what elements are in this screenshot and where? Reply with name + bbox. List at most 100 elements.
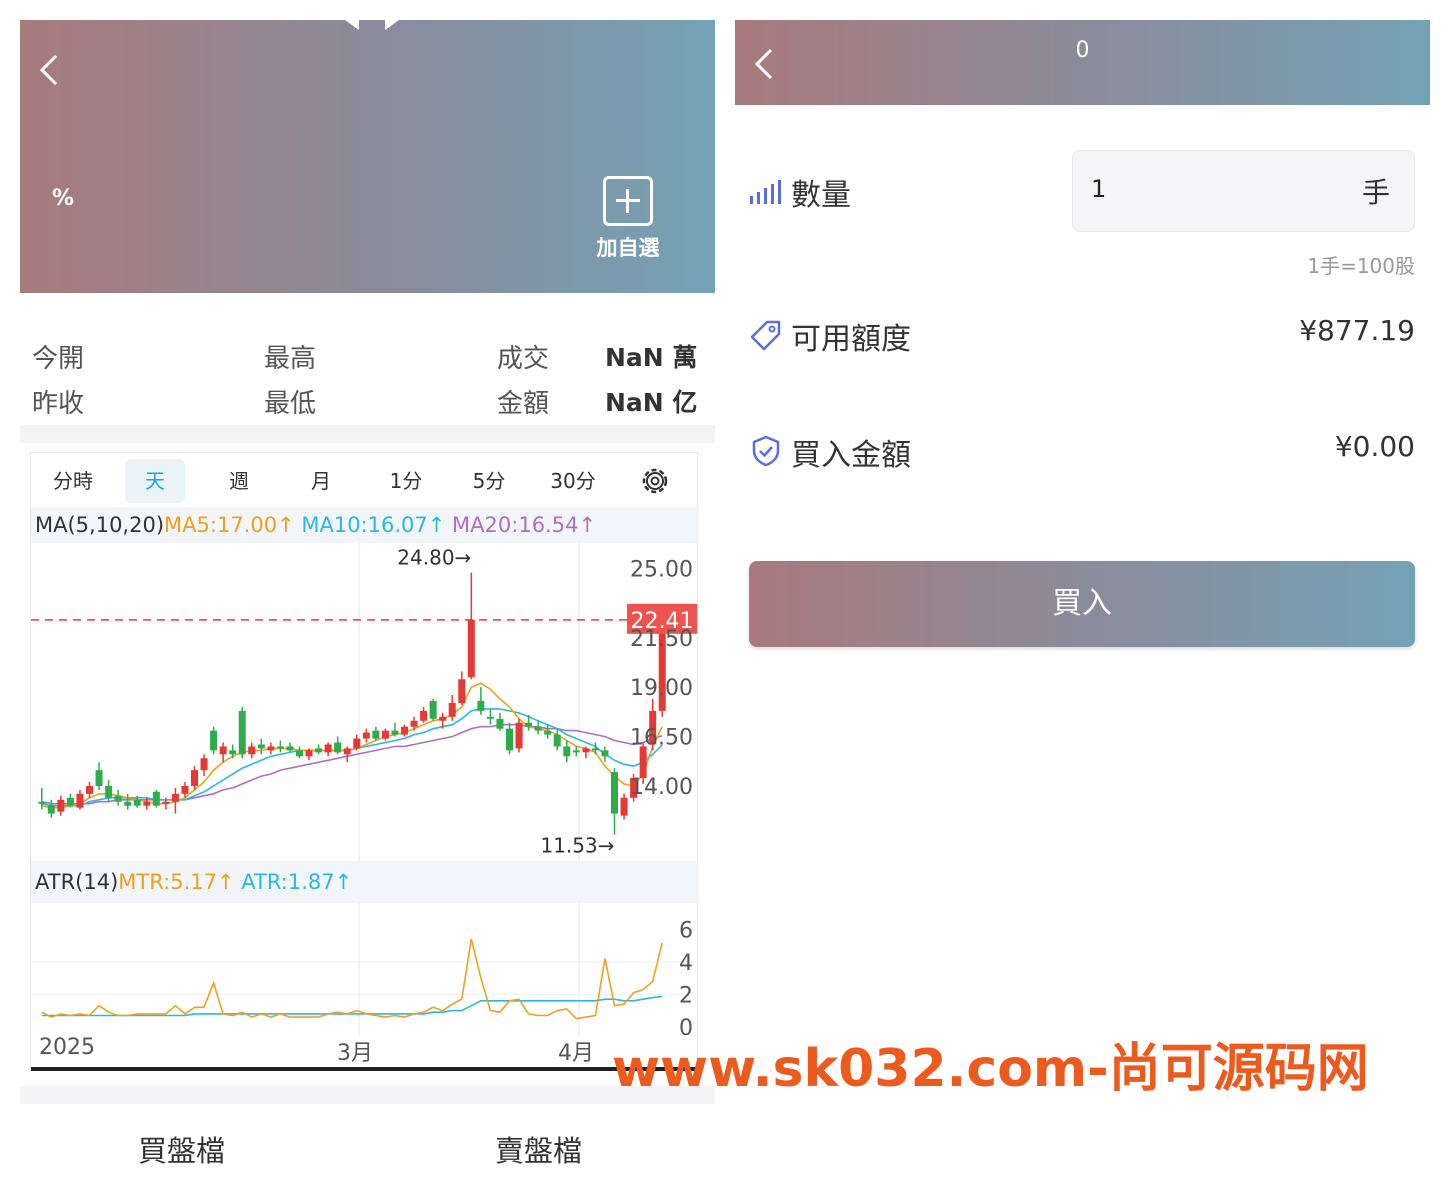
atr-tick-label: 4	[679, 951, 693, 976]
candle-body	[105, 785, 113, 798]
candle-body	[267, 746, 275, 751]
candle-body	[257, 744, 265, 749]
atr-plot: 6420	[31, 903, 699, 1035]
ma20-value: MA20:16.54↑	[452, 513, 597, 537]
amount-label: 金額	[497, 389, 550, 419]
candle-body	[467, 620, 475, 678]
quantity-input[interactable]: 1 手	[1072, 150, 1415, 232]
candle-body	[448, 702, 456, 717]
buy-amount-label: 買入金額	[791, 438, 911, 473]
tab-1min[interactable]: 1分	[376, 459, 436, 503]
candle-body	[391, 730, 399, 735]
candle-body	[334, 742, 342, 753]
watermark: www.sk032.com-尚可源码网	[612, 1039, 1369, 1099]
candle-body	[152, 791, 160, 806]
order-panel: 0 數量 1 手 1手=100股 可用額度 ¥877.19 買入金額 ¥0.00…	[735, 20, 1430, 1200]
candle-body	[639, 746, 647, 779]
candle-body	[544, 730, 552, 735]
tab-day[interactable]: 天	[125, 459, 185, 503]
section-divider	[20, 1086, 715, 1104]
tab-30min[interactable]: 30分	[543, 459, 603, 503]
tab-week[interactable]: 週	[209, 459, 269, 503]
available-value: ¥877.19	[1299, 314, 1415, 347]
candle-body	[429, 701, 437, 719]
candle-body	[296, 750, 303, 757]
high-label: 最高	[264, 344, 317, 374]
price-tick-label: 14.00	[630, 775, 693, 800]
candle-body	[305, 750, 313, 757]
candle-body	[353, 738, 361, 749]
sell-orders-tab[interactable]: 賣盤檔	[495, 1128, 582, 1170]
candle-body	[229, 750, 237, 755]
candle-body	[410, 720, 418, 727]
chart-baseline	[31, 1067, 699, 1071]
atr-tick-label: 6	[679, 918, 693, 943]
tab-5min[interactable]: 5分	[459, 459, 519, 503]
mtr-value: MTR:5.17↑	[118, 870, 235, 894]
candle-body	[534, 726, 542, 731]
tab-intraday[interactable]: 分時	[43, 459, 103, 503]
kline-chart: 分時 天 週 月 1分 5分 30分 MA(5,10,20)MA5:17.00↑…	[30, 452, 699, 1071]
candlestick-plot: 22.4125.0021.5019.0016.5014.0024.80→11.5…	[31, 543, 697, 861]
atr-legend-name: ATR(14)	[35, 870, 119, 894]
max-price-label: 24.80→	[397, 546, 471, 570]
buy-orders-tab[interactable]: 買盤檔	[138, 1128, 225, 1170]
quantity-value[interactable]: 1	[1091, 175, 1106, 203]
candle-body	[381, 730, 389, 739]
atr-legend: ATR(14)MTR:5.17↑ ATR:1.87↑	[31, 861, 699, 903]
price-tick-label: 16.50	[630, 726, 693, 751]
candle-body	[57, 799, 65, 812]
volume-value: NaN 萬	[605, 343, 698, 372]
add-watchlist-label: 加自選	[596, 236, 660, 260]
atr-value: ATR:1.87↑	[241, 870, 353, 894]
available-label: 可用額度	[791, 322, 911, 357]
min-price-label: 11.53→	[540, 834, 614, 858]
signal-bars-icon	[750, 180, 781, 204]
candle-body	[219, 746, 227, 755]
back-icon[interactable]	[36, 50, 66, 90]
period-tabs: 分時 天 週 月 1分 5分 30分	[31, 453, 699, 505]
buy-button[interactable]: 買入	[749, 561, 1415, 647]
order-title: 0	[1075, 38, 1090, 63]
shield-check-icon	[752, 435, 780, 467]
quantity-unit: 手	[1361, 176, 1390, 209]
atr-tick-label: 2	[679, 983, 693, 1008]
gear-icon[interactable]	[637, 463, 673, 499]
tab-month[interactable]: 月	[291, 459, 351, 503]
prev-close-label: 昨收	[32, 389, 85, 419]
candle-body	[171, 793, 179, 802]
x-label-april: 4月	[558, 1041, 594, 1066]
candle-body	[315, 748, 323, 753]
candle-body	[362, 732, 370, 739]
price-tick-label: 25.00	[630, 558, 693, 583]
ma10-value: MA10:16.07↑	[301, 513, 446, 537]
quote-header: % 加自選	[20, 20, 715, 293]
candle-body	[420, 710, 428, 721]
section-divider	[20, 425, 715, 443]
mtr-line	[41, 938, 663, 1020]
candle-body	[181, 785, 189, 794]
candle-body	[553, 734, 561, 747]
candle-body	[143, 801, 151, 806]
candle-body	[486, 716, 494, 719]
candle-body	[200, 758, 208, 771]
candle-body	[477, 701, 485, 711]
candle-body	[343, 748, 351, 755]
candle-body	[76, 793, 84, 808]
candle-body	[591, 748, 599, 751]
candle-body	[563, 746, 571, 757]
candle-body	[124, 801, 132, 806]
candle-body	[114, 795, 122, 802]
low-label: 最低	[264, 389, 317, 419]
ma20-line	[41, 723, 663, 805]
candle-body	[276, 746, 284, 749]
candle-body	[162, 801, 170, 804]
candle-body	[611, 772, 618, 814]
candle-body	[601, 750, 609, 757]
add-watchlist-button[interactable]: 加自選	[592, 176, 664, 262]
ma10-line	[41, 708, 663, 807]
candle-body	[458, 679, 466, 703]
candle-body	[372, 730, 380, 739]
ma-legend-name: MA(5,10,20)	[35, 513, 165, 537]
candle-body	[286, 746, 294, 751]
